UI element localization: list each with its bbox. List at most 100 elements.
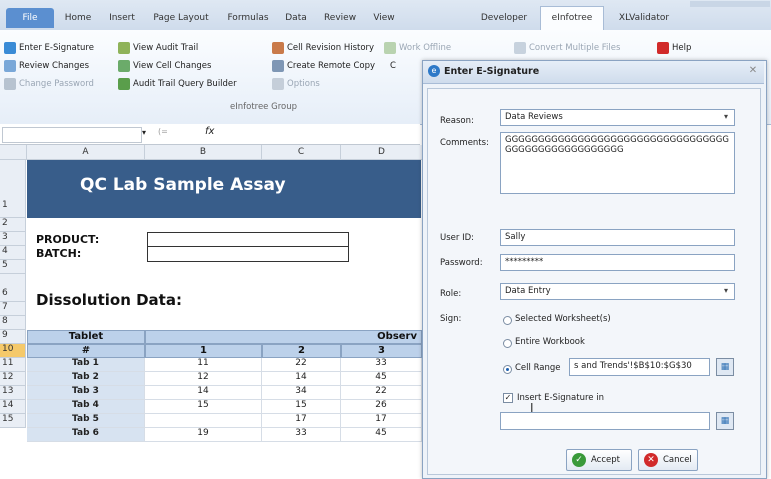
chevron-down-icon[interactable]: ▾ <box>724 286 728 295</box>
row-header[interactable]: 7 <box>0 302 26 316</box>
tab-home[interactable]: Home <box>58 8 98 28</box>
row-header-selected[interactable]: 10 <box>0 344 26 358</box>
cell-range-label[interactable]: Cell Range <box>515 363 561 373</box>
options-button[interactable]: Options <box>272 76 320 92</box>
change-password-label: Change Password <box>19 79 94 89</box>
value-cell[interactable]: 17 <box>262 414 341 428</box>
value-cell[interactable]: 14 <box>145 386 262 400</box>
convert-multiple-files-button[interactable]: Convert Multiple Files <box>514 40 620 56</box>
value-cell[interactable]: 22 <box>341 386 422 400</box>
range-picker-icon[interactable]: ▦ <box>716 358 734 376</box>
row-header[interactable]: 5 <box>0 260 26 274</box>
row-header[interactable]: 12 <box>0 372 26 386</box>
formula-cancel-icon[interactable]: (= <box>158 127 168 136</box>
value-cell[interactable] <box>145 414 262 428</box>
password-icon <box>4 77 16 90</box>
radio-cell-range[interactable] <box>503 365 512 374</box>
row-header[interactable]: 1 <box>0 160 26 218</box>
tablet-cell[interactable]: Tab 1 <box>27 358 145 372</box>
role-dropdown[interactable]: Data Entry <box>500 283 735 300</box>
tab-view[interactable]: View <box>366 8 402 28</box>
comments-textarea[interactable]: GGGGGGGGGGGGGGGGGGGGGGGGGGGGGGGGGGGGGGGG… <box>500 132 735 194</box>
ribbon-c-button[interactable]: C <box>390 58 396 74</box>
insert-esignature-checkbox[interactable]: ✓ <box>503 393 513 403</box>
value-cell[interactable]: 34 <box>262 386 341 400</box>
tablet-cell[interactable]: Tab 6 <box>27 428 145 442</box>
value-cell[interactable]: 15 <box>145 400 262 414</box>
value-cell[interactable]: 22 <box>262 358 341 372</box>
tab-file[interactable]: File <box>6 8 54 28</box>
work-offline-button[interactable]: Work Offline <box>384 40 451 56</box>
row-header[interactable]: 13 <box>0 386 26 400</box>
name-box[interactable] <box>2 127 142 143</box>
view-cell-changes-button[interactable]: View Cell Changes <box>118 58 211 74</box>
tab-review[interactable]: Review <box>318 8 362 28</box>
value-cell[interactable]: 33 <box>341 358 422 372</box>
row-header[interactable]: 4 <box>0 246 26 260</box>
audit-trail-query-builder-button[interactable]: Audit Trail Query Builder <box>118 76 237 92</box>
value-cell[interactable]: 33 <box>262 428 341 442</box>
close-icon[interactable]: ✕ <box>747 65 759 77</box>
change-password-button[interactable]: Change Password <box>4 76 94 92</box>
create-remote-copy-button[interactable]: Create Remote Copy <box>272 58 375 74</box>
column-header-a[interactable]: A <box>27 145 145 160</box>
row-header[interactable]: 11 <box>0 358 26 372</box>
userid-input[interactable]: Sally <box>500 229 735 246</box>
name-box-dropdown-icon[interactable]: ▾ <box>142 128 146 137</box>
reason-dropdown[interactable]: Data Reviews <box>500 109 735 126</box>
cell-revision-history-button[interactable]: Cell Revision History <box>272 40 374 56</box>
password-input[interactable]: ********* <box>500 254 735 271</box>
tab-developer[interactable]: Developer <box>474 8 534 28</box>
options-label: Options <box>287 79 320 89</box>
column-header-c[interactable]: C <box>262 145 341 160</box>
value-cell[interactable]: 17 <box>341 414 422 428</box>
column-header-d[interactable]: D <box>341 145 423 160</box>
selected-worksheet-label[interactable]: Selected Worksheet(s) <box>515 314 611 324</box>
review-changes-button[interactable]: Review Changes <box>4 58 89 74</box>
cancel-button[interactable]: ✕ Cancel <box>638 449 698 471</box>
fx-icon[interactable]: fx <box>205 126 214 137</box>
tablet-cell[interactable]: Tab 5 <box>27 414 145 428</box>
enter-esignature-button[interactable]: Enter E-Signature <box>4 40 94 56</box>
tablet-cell[interactable]: Tab 3 <box>27 386 145 400</box>
row-header[interactable]: 14 <box>0 400 26 414</box>
value-cell[interactable]: 12 <box>145 372 262 386</box>
tablet-cell[interactable]: Tab 4 <box>27 400 145 414</box>
row-header[interactable]: 9 <box>0 330 26 344</box>
value-cell[interactable]: 15 <box>262 400 341 414</box>
value-cell[interactable]: 14 <box>262 372 341 386</box>
accept-button[interactable]: ✓ Accept <box>566 449 632 471</box>
value-cell[interactable]: 11 <box>145 358 262 372</box>
view-audit-trail-button[interactable]: View Audit Trail <box>118 40 198 56</box>
row-header[interactable]: 15 <box>0 414 26 428</box>
tab-data[interactable]: Data <box>278 8 314 28</box>
value-cell[interactable]: 26 <box>341 400 422 414</box>
batch-input-cell[interactable] <box>147 246 349 262</box>
row-header[interactable]: 3 <box>0 232 26 246</box>
radio-entire-workbook[interactable] <box>503 339 512 348</box>
row-header[interactable]: 8 <box>0 316 26 330</box>
value-cell[interactable]: 19 <box>145 428 262 442</box>
tab-insert[interactable]: Insert <box>102 8 142 28</box>
radio-selected-worksheet[interactable] <box>503 316 512 325</box>
tab-xlvalidator[interactable]: XLValidator <box>610 8 678 28</box>
tab-einfotree[interactable]: eInfotree <box>540 6 604 31</box>
dialog-title: Enter E-Signature <box>444 66 540 77</box>
help-button[interactable]: Help <box>657 40 691 56</box>
accept-label: Accept <box>591 455 620 465</box>
column-header-b[interactable]: B <box>145 145 262 160</box>
cell-range-input[interactable]: s and Trends'!$B$10:$G$30 <box>569 358 710 376</box>
value-cell[interactable]: 45 <box>341 372 422 386</box>
row-header[interactable]: 6 <box>0 274 26 302</box>
password-label: Password: <box>440 258 483 268</box>
tab-page-layout[interactable]: Page Layout <box>146 8 216 28</box>
chevron-down-icon[interactable]: ▾ <box>724 112 728 121</box>
select-all-corner[interactable] <box>0 145 27 160</box>
entire-workbook-label[interactable]: Entire Workbook <box>515 337 585 347</box>
ribbon-c-label: C <box>390 61 396 71</box>
range-picker-icon[interactable]: ▦ <box>716 412 734 430</box>
value-cell[interactable]: 45 <box>341 428 422 442</box>
tablet-cell[interactable]: Tab 2 <box>27 372 145 386</box>
row-header[interactable]: 2 <box>0 218 26 232</box>
tab-formulas[interactable]: Formulas <box>222 8 274 28</box>
